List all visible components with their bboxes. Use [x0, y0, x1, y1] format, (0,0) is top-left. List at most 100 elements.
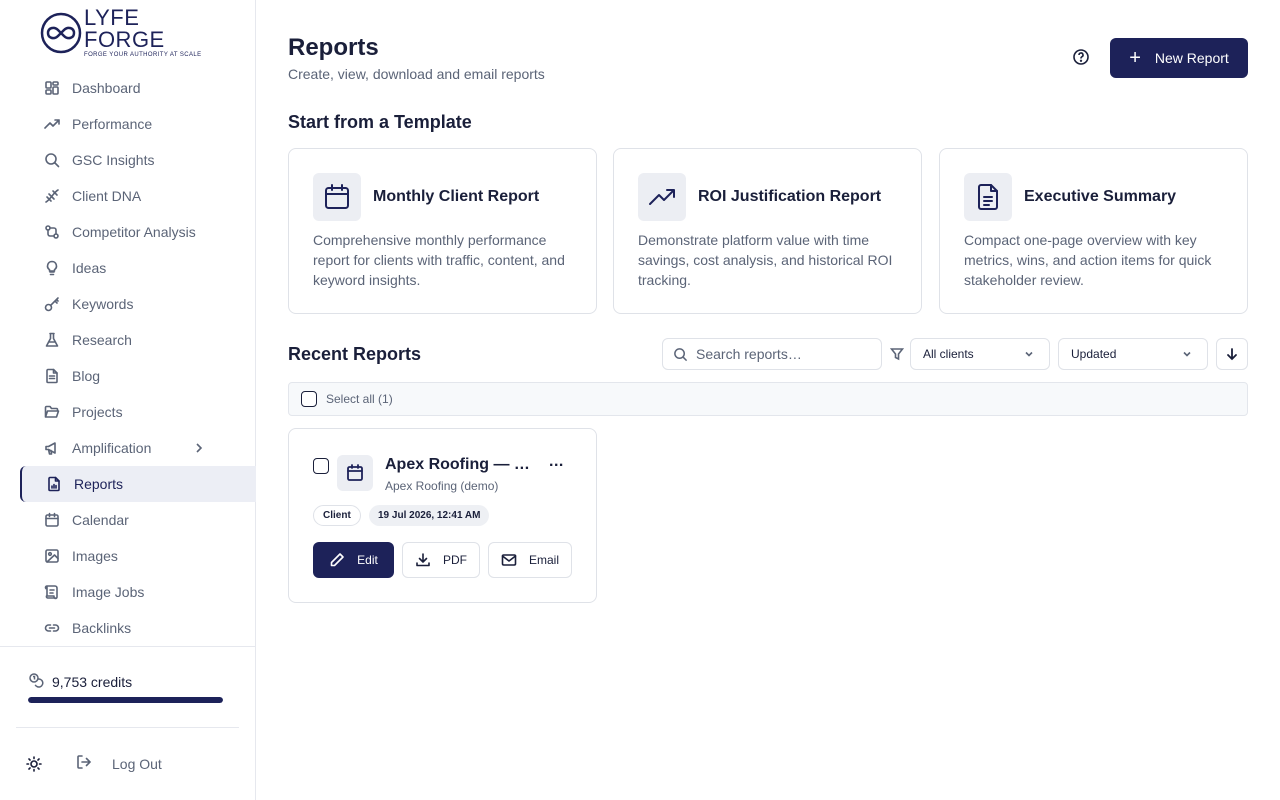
client-filter-value: All clients [923, 347, 974, 361]
pdf-download-button[interactable]: PDF [402, 542, 480, 578]
chevron-down-icon [1023, 348, 1035, 360]
recent-reports-heading: Recent Reports [288, 344, 422, 364]
more-options-button[interactable]: ... [549, 453, 564, 471]
template-title: Monthly Client Report [373, 188, 540, 205]
key-icon [44, 296, 60, 312]
credits-progress-fill [28, 697, 223, 703]
search-field[interactable] [662, 338, 882, 370]
select-all-bar: Select all (1) [288, 382, 1248, 416]
sidebar-item-image-jobs[interactable]: Image Jobs [20, 574, 256, 610]
pencil-icon [330, 553, 344, 567]
sidebar-item-label: Image Jobs [72, 584, 145, 600]
template-card-executive-summary[interactable]: Executive Summary Compact one-page overv… [939, 148, 1248, 314]
search-input[interactable] [696, 346, 866, 362]
sidebar-item-label: Keywords [72, 296, 134, 312]
sidebar-item-dashboard[interactable]: Dashboard [20, 70, 256, 106]
new-report-button[interactable]: + New Report [1110, 38, 1248, 78]
report-client: Apex Roofing (demo) [385, 479, 499, 493]
sort-direction-button[interactable] [1216, 338, 1248, 370]
sun-icon [26, 756, 42, 772]
credits-display: 9,753 credits [28, 672, 132, 691]
template-title: Executive Summary [1024, 188, 1177, 205]
sidebar: LYFE FORGE FORGE YOUR AUTHORITY AT SCALE… [0, 0, 256, 800]
sidebar-item-ideas[interactable]: Ideas [20, 250, 256, 286]
sidebar-item-label: Competitor Analysis [72, 224, 196, 240]
email-button[interactable]: Email [488, 542, 572, 578]
template-description: Compact one-page overview with key metri… [964, 232, 1212, 288]
sidebar-item-label: Client DNA [72, 188, 142, 204]
type-badge: Client [313, 505, 361, 526]
report-title[interactable]: Apex Roofing — Monthly Client Report [385, 456, 535, 474]
calendar-icon [313, 173, 361, 221]
template-description: Comprehensive monthly performance report… [313, 232, 565, 288]
sidebar-item-label: Research [72, 332, 132, 348]
document-icon [964, 173, 1012, 221]
sidebar-item-keywords[interactable]: Keywords [20, 286, 256, 322]
sidebar-item-backlinks[interactable]: Backlinks [20, 610, 256, 646]
report-checkbox[interactable] [313, 458, 329, 474]
arrow-down-icon [1227, 348, 1237, 361]
folder-open-icon [44, 404, 60, 420]
sidebar-item-label: Images [72, 548, 118, 564]
dashboard-icon [44, 80, 60, 96]
sidebar-item-label: Reports [74, 476, 124, 492]
mail-icon [501, 554, 517, 566]
sidebar-item-competitor-analysis[interactable]: Competitor Analysis [20, 214, 256, 250]
coins-icon [28, 672, 52, 691]
sidebar-item-research[interactable]: Research [20, 322, 256, 358]
edit-button[interactable]: Edit [313, 542, 394, 578]
plus-icon: + [1129, 47, 1141, 69]
trending-up-icon [638, 173, 686, 221]
divider [0, 646, 256, 647]
chevron-down-icon [1181, 348, 1193, 360]
sidebar-item-label: Blog [72, 368, 101, 384]
logout-icon [76, 754, 92, 773]
logout-button[interactable]: Log Out [76, 754, 162, 773]
flask-icon [44, 332, 60, 348]
sidebar-item-images[interactable]: Images [20, 538, 256, 574]
sidebar-item-client-dna[interactable]: Client DNA [20, 178, 256, 214]
sidebar-item-calendar[interactable]: Calendar [20, 502, 256, 538]
sidebar-item-projects[interactable]: Projects [20, 394, 256, 430]
sidebar-item-label: Amplification [72, 440, 152, 456]
help-button[interactable] [1072, 48, 1092, 68]
sidebar-item-performance[interactable]: Performance [20, 106, 256, 142]
infinity-logo-icon [40, 12, 82, 54]
logout-label: Log Out [112, 755, 162, 772]
select-all-checkbox[interactable] [301, 391, 317, 407]
template-title: ROI Justification Report [698, 188, 882, 205]
sidebar-item-reports[interactable]: Reports [20, 466, 256, 502]
template-description: Demonstrate platform value with time sav… [638, 232, 893, 288]
templates-heading: Start from a Template [288, 112, 472, 132]
brand-logo[interactable]: LYFE FORGE FORGE YOUR AUTHORITY AT SCALE [40, 7, 220, 58]
image-jobs-icon [44, 584, 60, 600]
page-title: Reports [288, 34, 379, 61]
sort-by-select[interactable]: Updated [1058, 338, 1208, 370]
search-icon [44, 152, 60, 168]
sidebar-item-blog[interactable]: Blog [20, 358, 256, 394]
sidebar-item-label: Projects [72, 404, 123, 420]
page-subtitle: Create, view, download and email reports [288, 66, 545, 82]
lightbulb-icon [44, 260, 60, 276]
filter-icon [889, 347, 905, 361]
search-icon [674, 347, 688, 361]
credits-label: 9,753 credits [52, 673, 133, 690]
sidebar-item-amplification[interactable]: Amplification [20, 430, 256, 466]
megaphone-icon [44, 440, 60, 456]
download-icon [416, 553, 430, 567]
report-card[interactable]: Apex Roofing — Monthly Client Report ...… [288, 428, 597, 603]
select-all-label: Select all (1) [326, 392, 393, 406]
image-icon [44, 548, 60, 564]
sidebar-item-gsc-insights[interactable]: GSC Insights [20, 142, 256, 178]
client-filter-select[interactable]: All clients [910, 338, 1050, 370]
template-card-roi-justification-report[interactable]: ROI Justification Report Demonstrate pla… [613, 148, 922, 314]
link-icon [44, 620, 60, 636]
sidebar-nav: Dashboard Performance GSC Insights Clien… [20, 70, 256, 646]
theme-toggle-button[interactable] [26, 756, 42, 772]
sidebar-item-label: Backlinks [72, 620, 132, 636]
template-card-monthly-client-report[interactable]: Monthly Client Report Comprehensive mont… [288, 148, 597, 314]
document-icon [44, 368, 60, 384]
trending-up-icon [44, 116, 60, 132]
new-report-label: New Report [1154, 50, 1229, 66]
chevron-right-icon[interactable] [192, 441, 206, 455]
